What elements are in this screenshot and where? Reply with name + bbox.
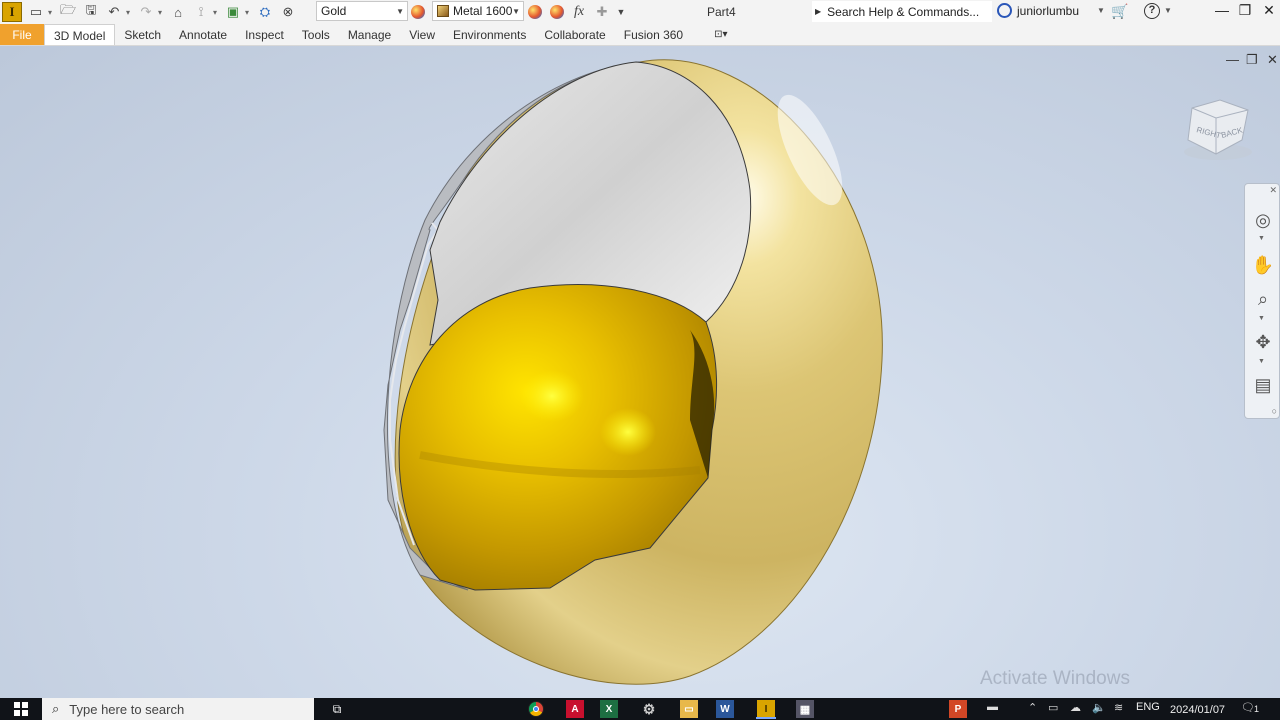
redo-dropdown-icon[interactable]: ▾ — [156, 3, 164, 21]
undo-icon[interactable]: ↶ — [105, 3, 123, 21]
update-icon[interactable]: ⛭ — [256, 3, 274, 21]
wifi-icon[interactable]: ≋ — [1114, 701, 1123, 714]
chrome-icon[interactable] — [527, 700, 545, 718]
adjust-appearance-icon[interactable] — [526, 3, 544, 21]
undo-dropdown-icon[interactable]: ▾ — [124, 3, 132, 21]
user-account[interactable]: juniorlumbu ▼ — [997, 3, 1105, 18]
tab-sketch[interactable]: Sketch — [115, 24, 170, 45]
open-icon[interactable]: 🗁 — [59, 2, 77, 21]
tab-tools[interactable]: Tools — [293, 24, 339, 45]
search-placeholder: Search Help & Commands... — [827, 4, 980, 19]
search-icon: ⌕ — [52, 701, 60, 716]
graphics-viewport[interactable]: — ❐ ✕ RIGHT BACK ✕ ◎ ▼ ✋ ⌕ ▼ ✥ ▼ ▤ ○ Act… — [0, 46, 1280, 698]
close-button[interactable]: ✕ — [1258, 2, 1280, 22]
material-dropdown[interactable]: Gold ▼ — [316, 1, 408, 21]
calculator-icon[interactable]: ▦ — [796, 700, 814, 718]
acrobat-icon[interactable]: A — [566, 700, 584, 718]
chevron-down-icon: ▼ — [1097, 6, 1105, 15]
active-app-indicator — [756, 717, 776, 719]
notification-icon[interactable]: 🗨 — [1241, 701, 1255, 714]
document-title: Part4 — [707, 5, 736, 19]
clear-appearance-icon[interactable] — [548, 3, 566, 21]
stop-icon[interactable]: ⊗ — [279, 3, 297, 21]
restore-button[interactable]: ❐ — [1234, 2, 1256, 22]
gold-swatch-icon — [437, 5, 449, 17]
onedrive-icon[interactable]: ☁ — [1070, 701, 1081, 714]
excel-icon[interactable]: X — [600, 700, 618, 718]
taskbar-search[interactable]: ⌕ Type here to search — [42, 698, 314, 720]
new-dropdown-icon[interactable]: ▾ — [46, 3, 54, 21]
chevron-down-icon[interactable]: ▼ — [1258, 315, 1265, 322]
new-file-icon[interactable]: ▭ — [27, 3, 45, 21]
tab-3d-model[interactable]: 3D Model — [44, 24, 116, 45]
powerpoint-icon[interactable]: P — [949, 700, 967, 718]
settings-icon[interactable]: ⚙ — [640, 700, 658, 718]
tab-collaborate[interactable]: Collaborate — [535, 24, 614, 45]
tab-environments[interactable]: Environments — [444, 24, 535, 45]
component-dropdown-icon[interactable]: ▾ — [243, 3, 251, 21]
minimize-button[interactable]: — — [1211, 2, 1233, 22]
start-button[interactable] — [0, 698, 42, 720]
free-orbit-icon[interactable]: ✥ — [1249, 328, 1277, 356]
word-icon[interactable]: W — [716, 700, 734, 718]
chevron-down-icon[interactable]: ▼ — [1258, 235, 1265, 242]
cart-icon[interactable]: 🛒 — [1111, 3, 1128, 20]
task-view-icon[interactable]: ⧉ — [328, 700, 346, 718]
navigation-bar: ✕ ◎ ▼ ✋ ⌕ ▼ ✥ ▼ ▤ ○ — [1244, 183, 1280, 419]
appearance-value: Metal 1600 — [453, 4, 513, 18]
customize-dropdown-icon[interactable]: ▼ — [612, 3, 630, 21]
tray-overflow-icon[interactable]: ⌃ — [1028, 701, 1037, 714]
file-explorer-icon[interactable]: ▭ — [680, 700, 698, 718]
windows-taskbar: ⌕ Type here to search ⧉ A X ⚙ ▭ W I ▦ P … — [0, 698, 1280, 720]
language-indicator[interactable]: ENG — [1136, 701, 1160, 713]
app-logo-icon[interactable]: I — [2, 2, 22, 22]
tab-inspect[interactable]: Inspect — [236, 24, 293, 45]
system-date[interactable]: 2024/01/07 — [1170, 704, 1225, 716]
inventor-icon[interactable]: I — [757, 700, 775, 718]
chevron-down-icon: ▼ — [396, 6, 404, 16]
add-icon[interactable]: ✚ — [593, 3, 611, 21]
windows-logo-icon — [14, 702, 28, 716]
taskbar-search-placeholder: Type here to search — [69, 701, 185, 717]
tab-view[interactable]: View — [400, 24, 444, 45]
save-icon[interactable]: 🖫 — [82, 2, 100, 21]
pan-icon[interactable]: ✋ — [1249, 251, 1277, 279]
home-icon[interactable]: ⌂ — [169, 3, 187, 21]
notification-count: 1 — [1254, 704, 1260, 714]
help-dropdown-icon[interactable]: ▼ — [1164, 6, 1172, 15]
ribbon-display-icon[interactable]: ⊡▾ — [714, 24, 736, 45]
appearance-icon[interactable] — [409, 3, 427, 21]
user-name: juniorlumbu — [1017, 3, 1080, 18]
battery-icon[interactable]: ▭ — [1048, 701, 1058, 714]
tab-manage[interactable]: Manage — [339, 24, 400, 45]
network-drive-icon[interactable]: ▬ — [987, 701, 998, 713]
appearance-dropdown[interactable]: Metal 1600 ▼ — [432, 1, 524, 21]
chevron-right-icon: ▶ — [815, 7, 822, 16]
tab-fusion-360[interactable]: Fusion 360 — [615, 24, 692, 45]
look-at-icon[interactable]: ▤ — [1249, 371, 1277, 399]
measure-icon[interactable]: ⟟ — [192, 3, 210, 21]
fx-icon[interactable]: fx — [570, 3, 588, 21]
steering-wheel-icon[interactable]: ◎ — [1249, 206, 1277, 234]
activate-windows-watermark: Activate Windows — [980, 668, 1130, 689]
zoom-icon[interactable]: ⌕ — [1249, 285, 1277, 313]
tab-file[interactable]: File — [0, 24, 44, 45]
user-icon — [997, 3, 1012, 18]
chevron-down-icon: ▼ — [512, 6, 520, 16]
material-value: Gold — [321, 4, 347, 18]
viewcube[interactable]: RIGHT BACK — [1180, 96, 1260, 166]
search-commands[interactable]: ▶ Search Help & Commands... — [812, 1, 992, 22]
volume-icon[interactable]: 🔈 — [1092, 701, 1106, 714]
nav-options-icon[interactable]: ○ — [1272, 406, 1277, 416]
measure-dropdown-icon[interactable]: ▾ — [211, 3, 219, 21]
nav-close-icon[interactable]: ✕ — [1269, 185, 1277, 196]
chevron-down-icon[interactable]: ▼ — [1258, 358, 1265, 365]
gold-egg-model[interactable] — [0, 46, 1280, 698]
tab-annotate[interactable]: Annotate — [170, 24, 236, 45]
help-icon[interactable]: ? — [1144, 3, 1160, 19]
ribbon-tabs: File 3D Model Sketch Annotate Inspect To… — [0, 24, 1280, 46]
component-icon[interactable]: ▣ — [224, 3, 242, 21]
redo-icon[interactable]: ↷ — [137, 3, 155, 21]
